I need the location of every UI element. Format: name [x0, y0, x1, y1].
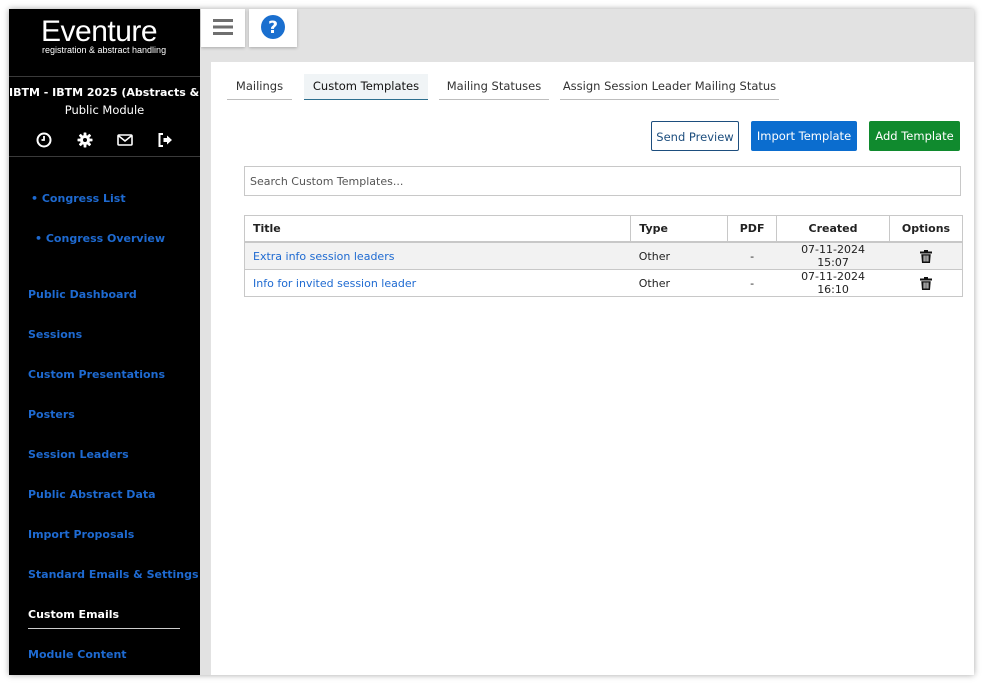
row-type-cell: Other: [630, 269, 728, 297]
row-created-cell: 07-11-2024 15:07: [776, 241, 890, 270]
sidebar: Eventure registration & abstract handlin…: [9, 9, 200, 675]
clock-icon[interactable]: [35, 131, 53, 149]
trash-icon[interactable]: [919, 249, 932, 263]
nav-custom-presentations[interactable]: Custom Presentations: [28, 368, 165, 381]
nav-custom-emails[interactable]: Custom Emails: [28, 608, 119, 621]
nav-congress-list[interactable]: • Congress List: [31, 192, 126, 205]
app-window: Eventure registration & abstract handlin…: [9, 9, 974, 675]
svg-text:?: ?: [268, 18, 278, 38]
sidebar-icon-bar: [31, 131, 181, 151]
column-header-created[interactable]: Created: [776, 215, 890, 243]
nav-public-abstract-data[interactable]: Public Abstract Data: [28, 488, 156, 501]
add-template-button[interactable]: Add Template: [869, 121, 960, 151]
tab-custom-templates[interactable]: Custom Templates: [304, 74, 428, 100]
column-header-options: Options: [888, 215, 964, 243]
logo-subtitle: registration & abstract handling: [42, 45, 167, 55]
row-type-cell: Other: [630, 241, 728, 270]
row-options-cell: [889, 241, 964, 270]
nav-congress-overview[interactable]: • Congress Overview: [35, 232, 165, 245]
tab-assign-session-leader-mailing-status[interactable]: Assign Session Leader Mailing Status: [560, 74, 779, 100]
nav-session-leaders[interactable]: Session Leaders: [28, 448, 129, 461]
table-row: Extra info session leaders Other - 07-11…: [243, 241, 964, 270]
module-name: Public Module: [64, 103, 145, 117]
trash-icon[interactable]: [919, 276, 932, 290]
tab-mailings[interactable]: Mailings: [227, 74, 292, 100]
table-row: Info for invited session leader Other - …: [243, 269, 964, 297]
row-pdf-cell: -: [727, 269, 777, 297]
import-template-button[interactable]: Import Template: [751, 121, 857, 151]
templates-table: Title Type PDF Created Options Extra inf…: [243, 215, 964, 297]
column-header-pdf[interactable]: PDF: [727, 215, 778, 243]
main-panel: Mailings Custom Templates Mailing Status…: [211, 62, 974, 675]
tab-mailing-statuses[interactable]: Mailing Statuses: [439, 74, 549, 100]
column-header-type[interactable]: Type: [630, 215, 729, 243]
active-nav-underline: [28, 628, 180, 629]
row-pdf-cell: -: [727, 241, 777, 270]
gear-icon[interactable]: [76, 131, 94, 149]
congress-name[interactable]: IBTM - IBTM 2025 (Abstracts & Par...: [9, 86, 200, 99]
mail-icon[interactable]: [116, 131, 134, 149]
menu-toggle-button[interactable]: [201, 9, 245, 47]
nav-standard-emails-settings[interactable]: Standard Emails & Settings: [28, 568, 199, 581]
sidebar-divider: [9, 156, 200, 157]
nav-public-dashboard[interactable]: Public Dashboard: [28, 288, 137, 301]
column-header-title[interactable]: Title: [243, 215, 632, 243]
row-options-cell: [889, 269, 964, 297]
help-button[interactable]: ?: [249, 9, 297, 47]
nav-sessions[interactable]: Sessions: [28, 328, 82, 341]
search-input[interactable]: [244, 166, 961, 196]
template-title-link[interactable]: Extra info session leaders: [253, 250, 394, 263]
send-preview-button[interactable]: Send Preview: [651, 121, 739, 151]
logo-title: Eventure: [41, 15, 158, 48]
nav-posters[interactable]: Posters: [28, 408, 75, 421]
logout-icon[interactable]: [156, 131, 174, 149]
row-title-cell: Info for invited session leader: [243, 269, 631, 297]
help-icon: ?: [261, 15, 285, 39]
row-title-cell: Extra info session leaders: [243, 241, 631, 270]
hamburger-icon: [213, 19, 233, 35]
table-header-row: Title Type PDF Created Options: [243, 215, 964, 243]
nav-import-proposals[interactable]: Import Proposals: [28, 528, 134, 541]
row-created-cell: 07-11-2024 16:10: [776, 269, 890, 297]
sidebar-divider: [9, 76, 200, 77]
nav-module-content[interactable]: Module Content: [28, 648, 127, 661]
template-title-link[interactable]: Info for invited session leader: [253, 277, 416, 290]
